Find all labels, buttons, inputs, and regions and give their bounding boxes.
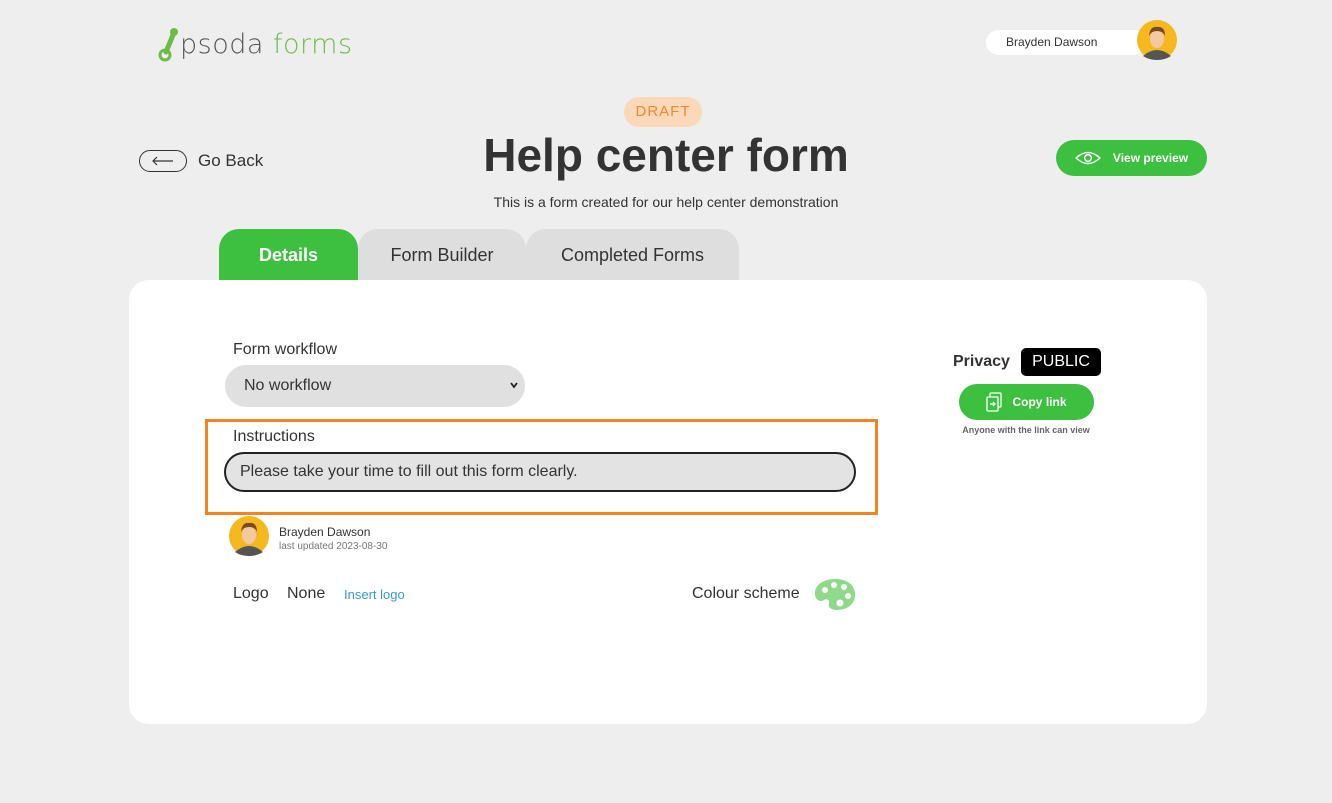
page-description: This is a form created for our help cent… [493, 194, 839, 210]
go-back-button[interactable]: Go Back [139, 150, 263, 172]
logo-value: None [287, 585, 326, 602]
go-back-label: Go Back [198, 151, 264, 170]
logo-text: psoda forms [180, 29, 353, 60]
instructions-label: Instructions [233, 428, 315, 445]
insert-logo-link[interactable]: Insert logo [344, 587, 405, 602]
tab-details[interactable]: Details [219, 229, 358, 281]
workflow-select[interactable]: No workflow [225, 365, 525, 407]
user-name-pill[interactable]: Brayden Dawson [986, 30, 1146, 55]
view-preview-button[interactable]: View preview [1056, 140, 1207, 176]
copy-link-icon [986, 392, 1003, 412]
copy-link-hint: Anyone with the link can view [962, 425, 1090, 435]
tab-completed-forms[interactable]: Completed Forms [526, 229, 739, 281]
palette-icon[interactable] [813, 577, 857, 611]
back-arrow-icon [139, 150, 187, 172]
user-avatar-icon[interactable] [1137, 20, 1177, 60]
chevron-down-icon [510, 382, 518, 389]
privacy-label: Privacy [953, 353, 1010, 370]
last-updated: last updated 2023-08-30 [279, 541, 388, 552]
instructions-input[interactable]: Please take your time to fill out this f… [224, 452, 856, 492]
copy-link-button[interactable]: Copy link [959, 384, 1094, 420]
workflow-label: Form workflow [233, 341, 338, 358]
author-avatar-icon [229, 516, 269, 556]
tab-form-builder[interactable]: Form Builder [358, 229, 526, 281]
author-name: Brayden Dawson [279, 525, 371, 539]
copy-link-label: Copy link [1012, 395, 1067, 409]
eye-icon [1074, 151, 1101, 165]
privacy-status-badge: PUBLIC [1021, 348, 1101, 376]
app-logo[interactable]: psoda forms [158, 24, 353, 64]
view-preview-label: View preview [1112, 151, 1189, 165]
logo-mark-icon [158, 28, 178, 62]
logo-text-forms: forms [273, 28, 353, 60]
logo-text-psoda: psoda [180, 28, 264, 60]
logo-label: Logo [233, 585, 269, 602]
colour-scheme-label: Colour scheme [692, 585, 800, 602]
status-badge: DRAFT [624, 97, 702, 127]
